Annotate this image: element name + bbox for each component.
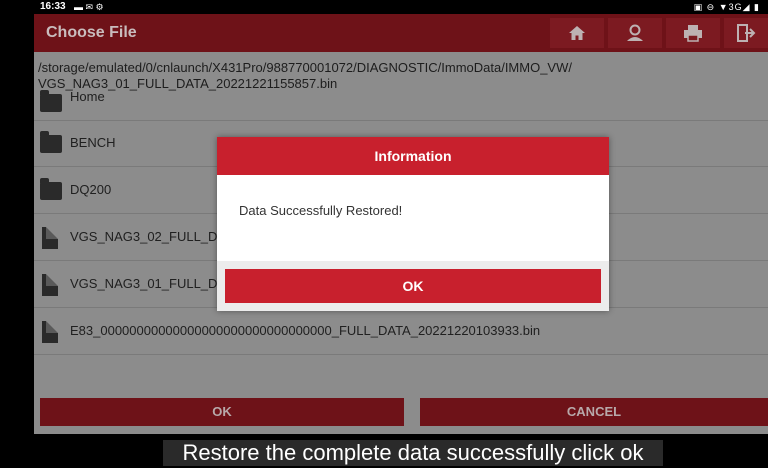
page-title: Choose File [46, 24, 137, 41]
dialog-ok-button[interactable]: OK [225, 269, 601, 303]
status-time: 16:33 [40, 1, 66, 12]
dialog-message: Data Successfully Restored! [239, 203, 403, 218]
dialog-title: Information [217, 137, 609, 175]
status-bar: 16:33 ▬ ✉ ⚙ ▣ ⊖ ▼3G◢ ▮ [0, 0, 768, 14]
exit-icon [737, 24, 756, 42]
home-icon [569, 26, 585, 40]
home-button[interactable] [550, 18, 604, 48]
list-item[interactable]: Home [34, 74, 768, 121]
system-status-icons: ▣ ⊖ ▼3G◢ ▮ [693, 2, 760, 12]
information-dialog: Information Data Successfully Restored! … [217, 137, 609, 311]
folder-icon [40, 131, 62, 153]
user-button[interactable] [608, 18, 662, 48]
user-icon [627, 24, 643, 41]
video-caption: Restore the complete data successfully c… [163, 440, 663, 466]
list-item-label: Home [70, 89, 105, 104]
title-bar: Choose File [34, 14, 768, 52]
list-item[interactable]: E83_00000000000000000000000000000000_FUL… [34, 308, 768, 355]
cancel-button[interactable]: CANCEL [420, 398, 768, 426]
folder-icon [40, 90, 62, 112]
list-item-label: DQ200 [70, 182, 112, 197]
device-screen: 16:33 ▬ ✉ ⚙ ▣ ⊖ ▼3G◢ ▮ Choose File /stor… [0, 0, 768, 468]
folder-icon [40, 178, 62, 200]
dialog-footer: OK [217, 261, 609, 311]
list-item-label: VGS_NAG3_02_FULL_D [70, 229, 218, 244]
exit-button[interactable] [724, 18, 768, 48]
file-icon [42, 227, 58, 249]
list-item-label: E83_00000000000000000000000000000000_FUL… [70, 323, 541, 338]
notification-icons: ▬ ✉ ⚙ [74, 2, 104, 12]
bottom-action-bar: OK CANCEL [34, 398, 768, 434]
print-icon [684, 25, 702, 42]
list-item-label: VGS_NAG3_01_FULL_D [70, 276, 218, 291]
file-icon [42, 321, 58, 343]
ok-button[interactable]: OK [40, 398, 404, 426]
list-item-label: BENCH [70, 135, 116, 150]
print-button[interactable] [666, 18, 720, 48]
file-icon [42, 274, 58, 296]
